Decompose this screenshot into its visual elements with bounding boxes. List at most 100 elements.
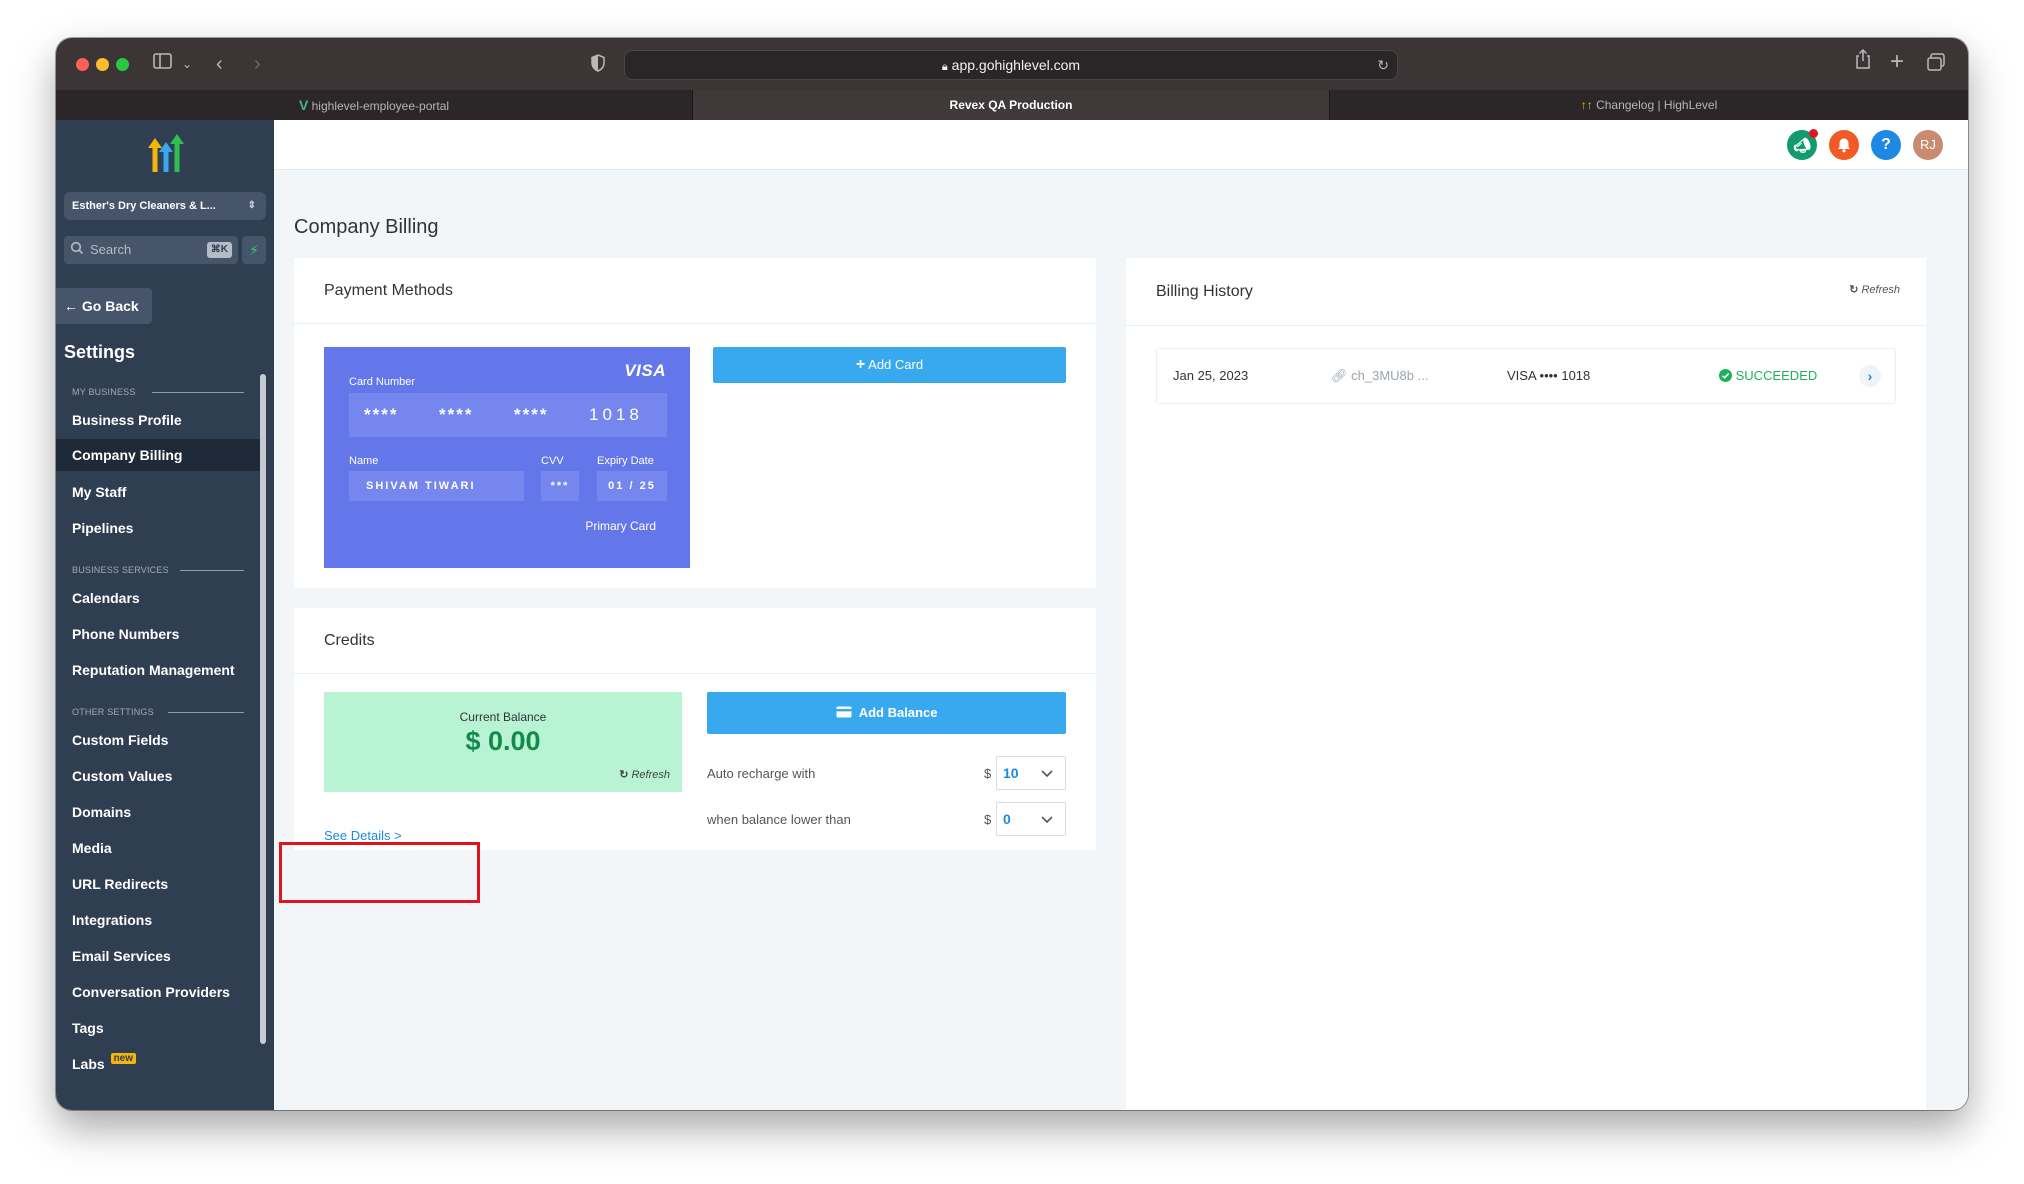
- arrow-left-icon: ←: [64, 298, 78, 314]
- card-number-label: Card Number: [349, 376, 416, 388]
- bell-icon: [1838, 138, 1850, 153]
- refresh-history-button[interactable]: ↻ Refresh: [1849, 283, 1900, 296]
- forward-arrow-icon[interactable]: ›: [254, 50, 261, 78]
- sidebar-item-company-billing[interactable]: Company Billing: [56, 439, 260, 471]
- sidebar-item-url-redirects[interactable]: URL Redirects: [72, 876, 168, 892]
- billing-history-title: Billing History: [1126, 258, 1926, 326]
- threshold-select[interactable]: 0: [996, 802, 1066, 836]
- visa-logo: VISA: [624, 361, 666, 380]
- sidebar-item-labs[interactable]: Labs new: [72, 1053, 137, 1072]
- name-label: Name: [349, 455, 379, 467]
- refresh-icon: ↻: [1849, 284, 1859, 296]
- privacy-shield-icon[interactable]: [590, 52, 606, 80]
- chevron-down-icon: [1041, 770, 1053, 778]
- chevron-down-icon: [1041, 816, 1053, 824]
- visa-card[interactable]: VISA Card Number **** **** **** 1018 Nam…: [324, 347, 690, 568]
- browser-tabbar: V highlevel-employee-portal Revex QA Pro…: [56, 90, 1968, 120]
- plus-icon: +: [855, 356, 866, 373]
- sidebar-item-tags[interactable]: Tags: [72, 1020, 104, 1036]
- add-balance-button[interactable]: Add Balance: [707, 692, 1066, 734]
- sidebar-item-calendars[interactable]: Calendars: [72, 590, 140, 606]
- header-bar: 📣︎ ? RJ: [274, 120, 1968, 170]
- close-window-button[interactable]: [76, 58, 89, 71]
- avatar[interactable]: RJ: [1913, 130, 1943, 160]
- sidebar-item-media[interactable]: Media: [72, 840, 112, 856]
- sidebar-item-reputation-management[interactable]: Reputation Management: [72, 662, 235, 678]
- new-badge: new: [110, 1053, 137, 1064]
- refresh-icon: ↻: [619, 769, 629, 781]
- payment-methods-card: Payment Methods VISA Card Number **** **…: [294, 258, 1096, 588]
- primary-card-label: Primary Card: [585, 519, 656, 533]
- new-tab-icon[interactable]: +: [1890, 48, 1904, 76]
- balance-label: Current Balance: [459, 710, 547, 724]
- credits-card: Credits Current Balance $ 0.00 ↻ Refresh…: [294, 608, 1096, 850]
- lock-icon: 🔒︎: [941, 61, 948, 73]
- vue-logo-icon: V: [298, 97, 309, 113]
- notification-dot: [1809, 129, 1818, 138]
- sidebar-item-custom-fields[interactable]: Custom Fields: [72, 732, 168, 748]
- table-row[interactable]: Jan 25, 2023 🔗︎ ch_3MU8b ... VISA •••• 1…: [1156, 348, 1896, 404]
- account-switcher[interactable]: Esther's Dry Cleaners & L... ⇕: [64, 192, 266, 220]
- link-icon: 🔗︎: [1331, 368, 1348, 383]
- auto-recharge-select[interactable]: 10: [996, 756, 1066, 790]
- tab-changelog[interactable]: ↑↑ Changelog | HighLevel: [1330, 90, 1968, 120]
- search-input[interactable]: Search: [90, 236, 131, 264]
- section-business-services: BUSINESS SERVICES: [72, 565, 169, 575]
- expiry-field: 01 / 25: [597, 471, 667, 501]
- divider: [152, 392, 244, 393]
- divider: [180, 570, 244, 571]
- sidebar-scrollbar[interactable]: [260, 374, 266, 1044]
- payment-methods-title: Payment Methods: [294, 258, 1096, 324]
- minimize-window-button[interactable]: [96, 58, 109, 71]
- threshold-currency: $: [984, 812, 992, 827]
- sidebar-item-domains[interactable]: Domains: [72, 804, 131, 820]
- sidebar-item-business-profile[interactable]: Business Profile: [72, 412, 182, 428]
- tab-overview-icon[interactable]: [1926, 52, 1946, 80]
- highlevel-logo-icon: ↑↑: [1580, 98, 1593, 112]
- sidebar-item-email-services[interactable]: Email Services: [72, 948, 171, 964]
- sidebar-item-custom-values[interactable]: Custom Values: [72, 768, 172, 784]
- status-badge: SUCCEEDED: [1719, 368, 1817, 383]
- sidebar-item-conversation-providers[interactable]: Conversation Providers: [72, 984, 230, 1000]
- sidebar-item-pipelines[interactable]: Pipelines: [72, 520, 133, 536]
- help-button[interactable]: ?: [1871, 130, 1901, 160]
- go-back-button[interactable]: ← Go Back: [56, 288, 152, 324]
- reload-icon[interactable]: ↻: [1377, 51, 1389, 79]
- tab-employee-portal[interactable]: V highlevel-employee-portal: [56, 90, 693, 120]
- highlevel-logo[interactable]: [144, 134, 188, 179]
- zoom-window-button[interactable]: [116, 58, 129, 71]
- megaphone-icon: 📣︎: [1793, 137, 1811, 153]
- highlight-box: [279, 842, 480, 903]
- browser-window: ⌄ ‹ › 🔒︎ app.gohighlevel.com ↻ + V highl…: [56, 38, 1968, 1110]
- quick-action-button[interactable]: ⚡︎: [242, 236, 266, 264]
- url-text: app.gohighlevel.com: [951, 57, 1081, 73]
- see-details-link[interactable]: See Details >: [324, 828, 402, 843]
- balance-amount: $ 0.00: [465, 726, 541, 756]
- row-charge-id[interactable]: 🔗︎ ch_3MU8b ...: [1331, 368, 1428, 384]
- sidebar-item-my-staff[interactable]: My Staff: [72, 484, 126, 500]
- chevron-down-icon[interactable]: ⌄: [182, 50, 192, 78]
- sidebar: Esther's Dry Cleaners & L... ⇕ Search ⌘K…: [56, 120, 274, 1110]
- add-card-button[interactable]: + Add Card: [713, 347, 1066, 383]
- back-arrow-icon[interactable]: ‹: [216, 50, 223, 78]
- search-box[interactable]: Search ⌘K: [64, 236, 238, 264]
- billing-history-card: Billing History ↻ Refresh Jan 25, 2023 🔗…: [1126, 258, 1926, 1110]
- share-icon[interactable]: [1854, 48, 1872, 78]
- chevron-updown-icon: ⇕: [247, 200, 256, 211]
- address-bar[interactable]: 🔒︎ app.gohighlevel.com ↻: [624, 50, 1398, 80]
- expiry-label: Expiry Date: [597, 455, 654, 467]
- sidebar-toggle-icon[interactable]: [152, 50, 174, 80]
- threshold-label: when balance lower than: [707, 812, 851, 827]
- lightning-icon: ⚡︎: [249, 242, 259, 258]
- announcements-button[interactable]: 📣︎: [1787, 129, 1818, 160]
- section-other-settings: OTHER SETTINGS: [72, 707, 154, 717]
- tab-revex-qa[interactable]: Revex QA Production: [693, 90, 1330, 120]
- row-expand-button[interactable]: ›: [1859, 365, 1881, 387]
- account-name: Esther's Dry Cleaners & L...: [72, 200, 216, 212]
- cvv-field: ***: [541, 471, 579, 501]
- sidebar-item-phone-numbers[interactable]: Phone Numbers: [72, 626, 179, 642]
- notifications-button[interactable]: [1829, 130, 1859, 160]
- refresh-balance-button[interactable]: ↻ Refresh: [619, 768, 670, 781]
- sidebar-item-integrations[interactable]: Integrations: [72, 912, 152, 928]
- search-shortcut: ⌘K: [206, 242, 232, 258]
